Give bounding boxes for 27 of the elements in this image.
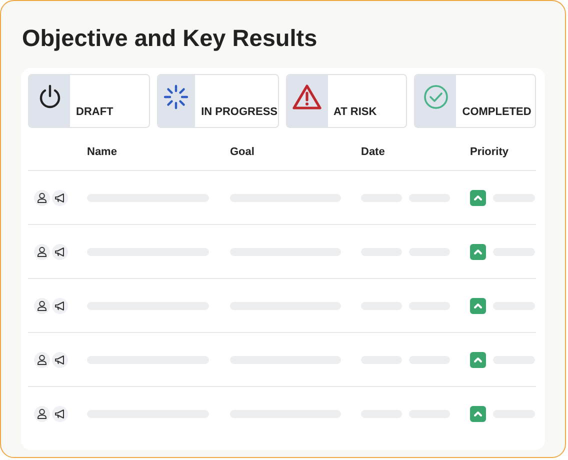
megaphone-icon: [52, 352, 68, 368]
person-icon: [34, 190, 50, 206]
person-icon: [34, 352, 50, 368]
chevron-up-icon: [470, 244, 486, 260]
status-card[interactable]: COMPLETED: [414, 74, 536, 128]
person-icon: [34, 244, 50, 260]
megaphone-icon: [52, 298, 68, 314]
chevron-up-icon: [470, 406, 486, 422]
column-header: Priority: [470, 146, 510, 158]
megaphone-icon: [52, 406, 68, 422]
column-header: Name: [87, 146, 118, 158]
page-title: Objective and Key Results: [22, 24, 318, 53]
status-card[interactable]: IN PROGRESS: [156, 74, 278, 128]
check-circle-icon: [422, 84, 449, 110]
column-header: Goal: [230, 146, 256, 158]
column-header: Date: [361, 146, 386, 158]
status-card[interactable]: DRAFT: [28, 74, 150, 128]
warning-icon: [292, 84, 322, 110]
person-icon: [34, 406, 50, 422]
megaphone-icon: [52, 190, 68, 206]
chevron-up-icon: [470, 190, 486, 206]
person-icon: [34, 298, 50, 314]
chevron-up-icon: [470, 352, 486, 368]
loading-icon: [163, 84, 190, 110]
chevron-up-icon: [470, 298, 486, 314]
status-card[interactable]: AT RISK: [286, 74, 408, 128]
megaphone-icon: [52, 244, 68, 260]
